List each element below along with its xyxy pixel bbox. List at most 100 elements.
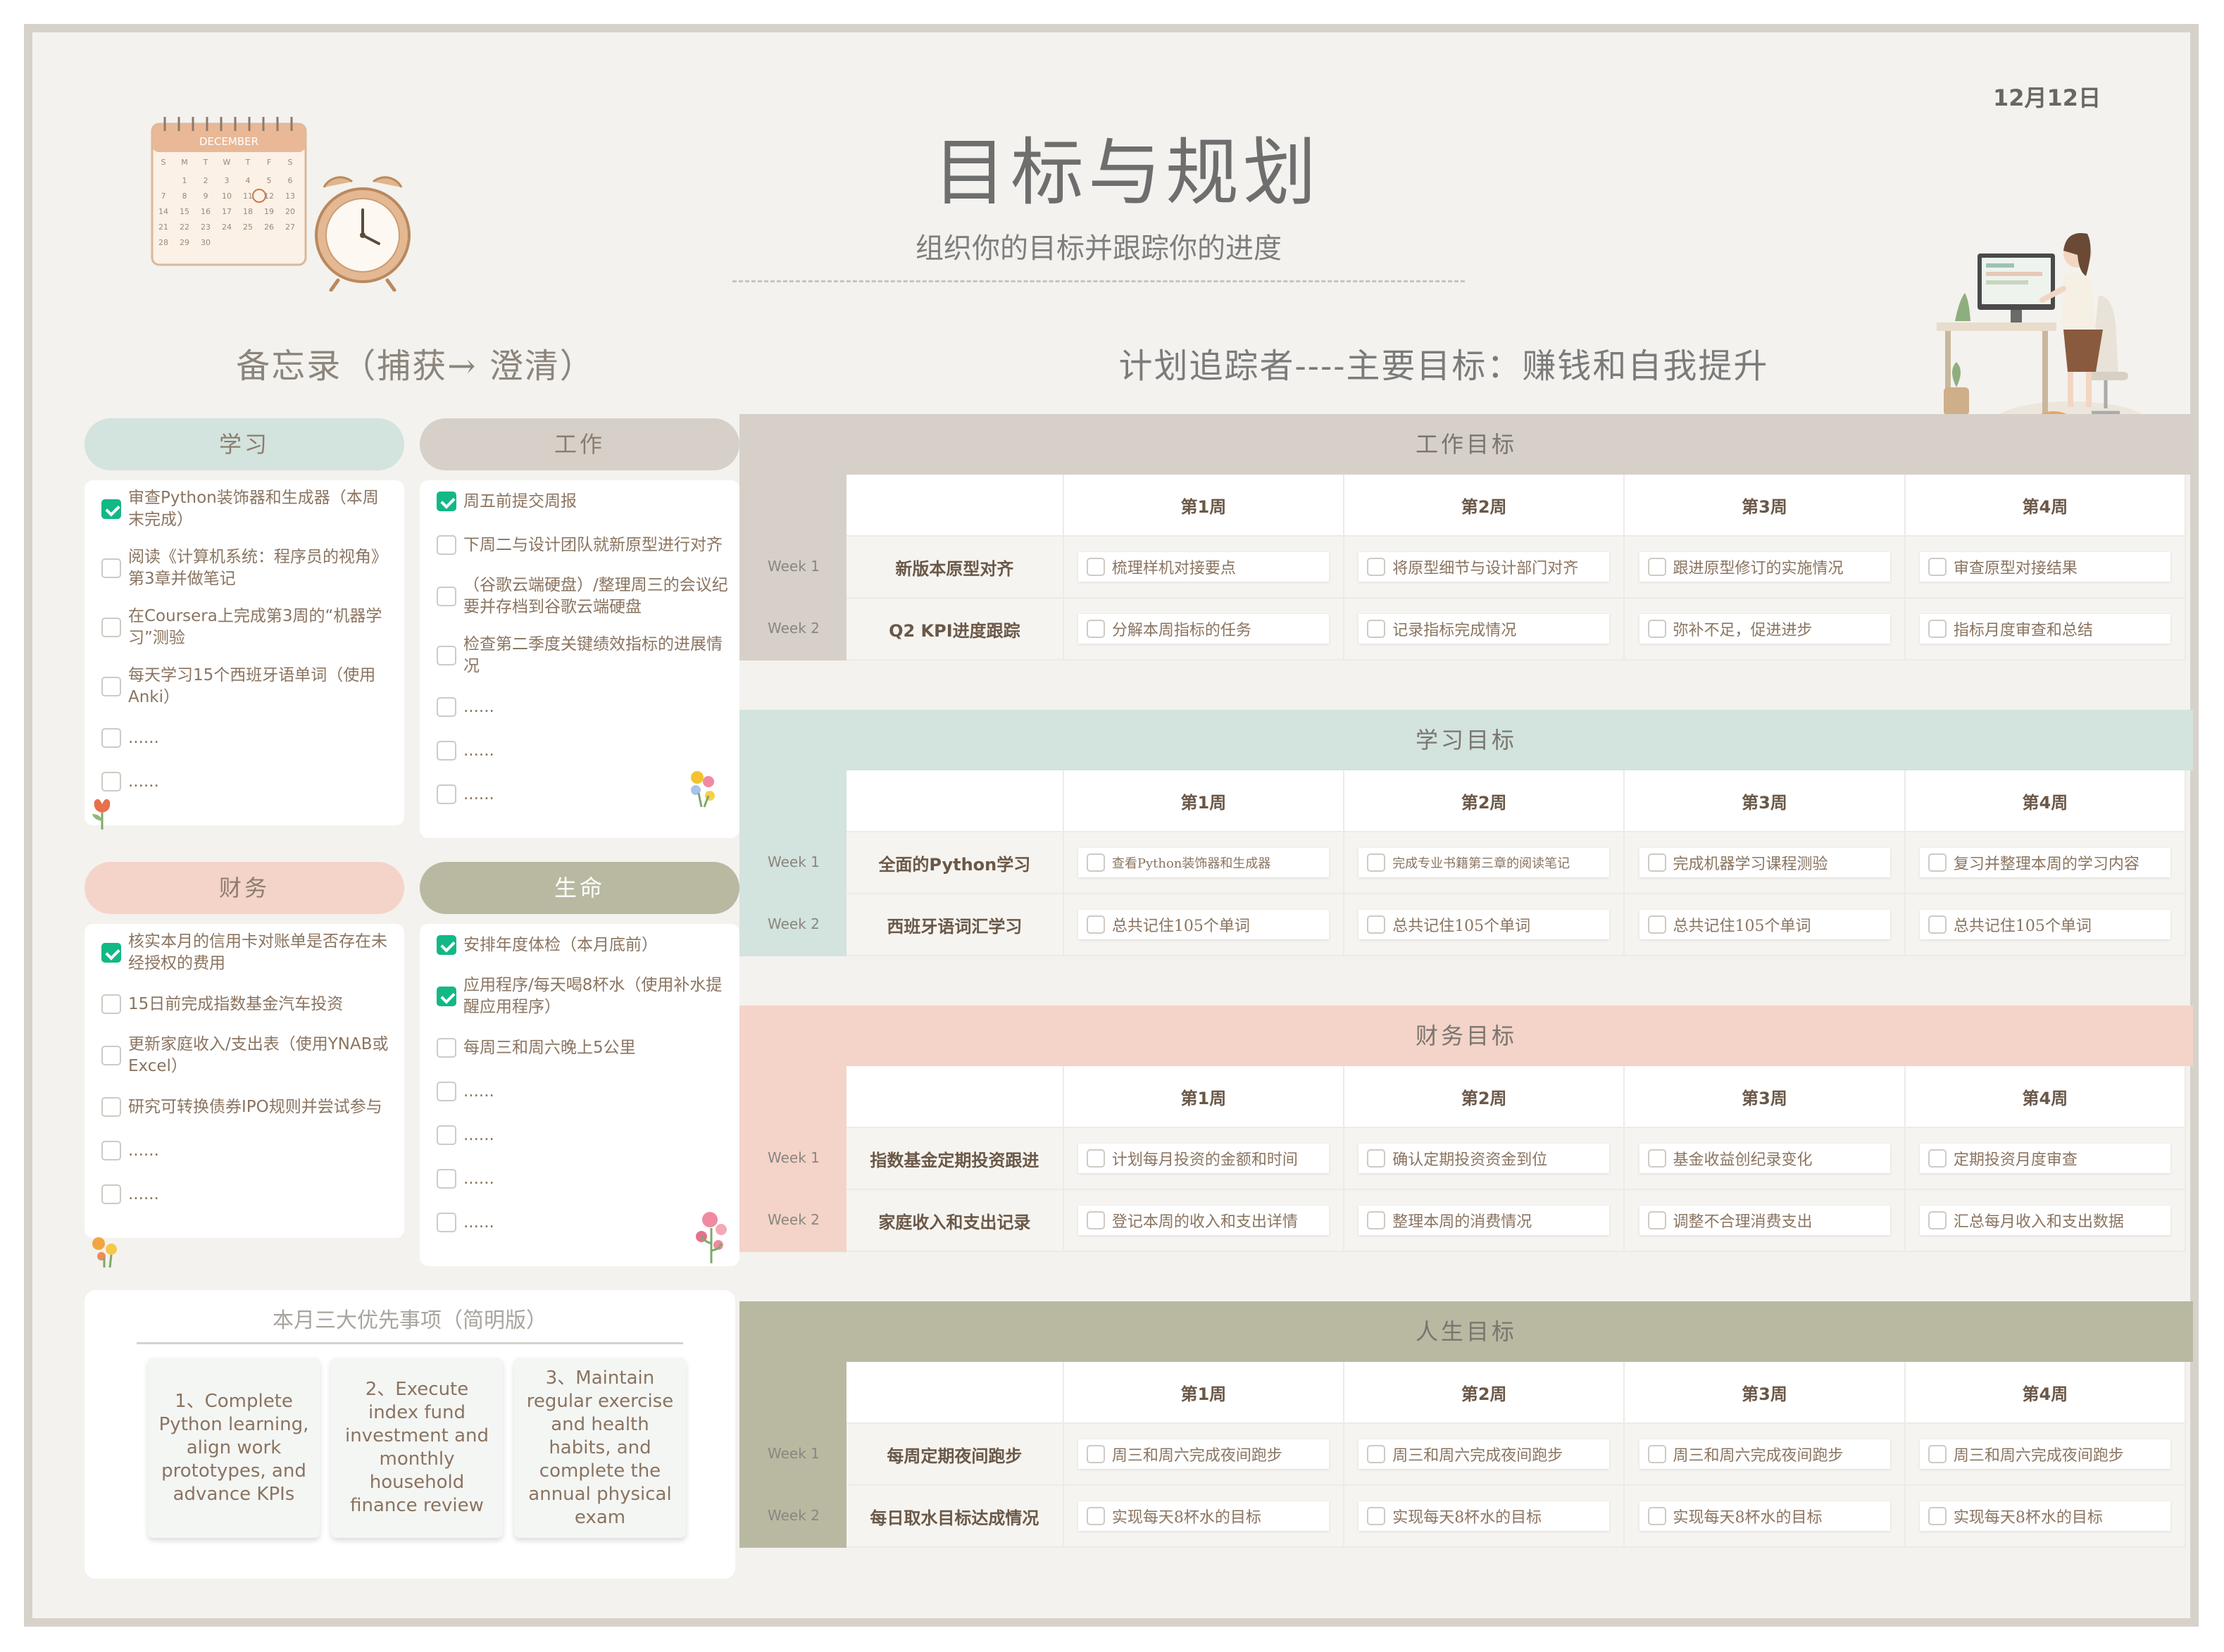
- memo-checkbox[interactable]: [437, 1125, 456, 1145]
- goal-task[interactable]: 实现每天8杯水的目标: [1077, 1501, 1329, 1531]
- memo-checkbox[interactable]: [101, 499, 121, 519]
- goal-task[interactable]: 实现每天8杯水的目标: [1358, 1501, 1610, 1531]
- task-checkbox[interactable]: [1086, 853, 1105, 872]
- goal-task[interactable]: 周三和周六完成夜间跑步: [1077, 1439, 1329, 1469]
- memo-study-item[interactable]: ......: [101, 768, 394, 796]
- memo-checkbox[interactable]: [437, 1082, 456, 1101]
- task-checkbox[interactable]: [1928, 1211, 1947, 1229]
- task-checkbox[interactable]: [1367, 1445, 1386, 1463]
- goal-task[interactable]: 调整不合理消费支出: [1639, 1206, 1890, 1235]
- goal-task[interactable]: 定期投资月度审查: [1919, 1144, 2170, 1173]
- task-checkbox[interactable]: [1928, 620, 1947, 638]
- task-checkbox[interactable]: [1647, 558, 1666, 576]
- memo-checkbox[interactable]: [437, 987, 456, 1006]
- task-checkbox[interactable]: [1367, 1507, 1386, 1525]
- goal-task[interactable]: 审查原型对接结果: [1919, 552, 2170, 582]
- goal-task[interactable]: 完成机器学习课程测验: [1639, 848, 1890, 877]
- task-checkbox[interactable]: [1647, 1445, 1666, 1463]
- memo-finance-item[interactable]: 研究可转换债券IPO规则并尝试参与: [101, 1093, 394, 1121]
- memo-checkbox[interactable]: [101, 677, 121, 696]
- goal-task[interactable]: 周三和周六完成夜间跑步: [1919, 1439, 2170, 1469]
- memo-checkbox[interactable]: [437, 784, 456, 804]
- memo-work-item[interactable]: 下周二与设计团队就新原型进行对齐: [437, 531, 730, 559]
- goal-task[interactable]: 将原型细节与设计部门对齐: [1358, 552, 1610, 582]
- memo-checkbox[interactable]: [437, 535, 456, 555]
- memo-life-item[interactable]: ......: [437, 1121, 730, 1149]
- memo-life-item[interactable]: ......: [437, 1208, 730, 1237]
- memo-work-item[interactable]: ......: [437, 737, 730, 765]
- goal-task[interactable]: 周三和周六完成夜间跑步: [1358, 1439, 1610, 1469]
- memo-checkbox[interactable]: [101, 1184, 121, 1204]
- goal-task[interactable]: 总共记住105个单词: [1358, 910, 1610, 939]
- memo-checkbox[interactable]: [101, 558, 121, 578]
- memo-life-item[interactable]: 安排年度体检（本月底前）: [437, 931, 730, 959]
- task-checkbox[interactable]: [1647, 1149, 1666, 1168]
- memo-checkbox[interactable]: [101, 994, 121, 1014]
- memo-study-item[interactable]: 在Coursera上完成第3周的“机器学习”测验: [101, 606, 394, 649]
- memo-checkbox[interactable]: [437, 741, 456, 761]
- memo-work-item[interactable]: （谷歌云端硬盘）/整理周三的会议纪要并存档到谷歌云端硬盘: [437, 575, 730, 618]
- memo-life-item[interactable]: ......: [437, 1077, 730, 1106]
- task-checkbox[interactable]: [1928, 915, 1947, 934]
- task-checkbox[interactable]: [1086, 620, 1105, 638]
- goal-task[interactable]: 实现每天8杯水的目标: [1919, 1501, 2170, 1531]
- memo-checkbox[interactable]: [101, 728, 121, 748]
- memo-finance-item[interactable]: 15日前完成指数基金汽车投资: [101, 990, 394, 1018]
- memo-work-item[interactable]: 周五前提交周报: [437, 487, 730, 515]
- task-checkbox[interactable]: [1647, 1507, 1666, 1525]
- goal-task[interactable]: 记录指标完成情况: [1358, 614, 1610, 644]
- task-checkbox[interactable]: [1928, 558, 1947, 576]
- goal-task[interactable]: 汇总每月收入和支出数据: [1919, 1206, 2170, 1235]
- task-checkbox[interactable]: [1928, 1507, 1947, 1525]
- task-checkbox[interactable]: [1367, 1211, 1386, 1229]
- goal-task[interactable]: 跟进原型修订的实施情况: [1639, 552, 1890, 582]
- memo-life-item[interactable]: 应用程序/每天喝8杯水（使用补水提醒应用程序）: [437, 975, 730, 1018]
- task-checkbox[interactable]: [1647, 853, 1666, 872]
- memo-study-item[interactable]: 阅读《计算机系统：程序员的视角》第3章并做笔记: [101, 546, 394, 590]
- memo-checkbox[interactable]: [101, 1141, 121, 1160]
- goal-task[interactable]: 总共记住105个单词: [1919, 910, 2170, 939]
- goal-task[interactable]: 分解本周指标的任务: [1077, 614, 1329, 644]
- task-checkbox[interactable]: [1367, 620, 1386, 638]
- task-checkbox[interactable]: [1086, 915, 1105, 934]
- memo-work-item[interactable]: 检查第二季度关键绩效指标的进展情况: [437, 634, 730, 677]
- goal-task[interactable]: 确认定期投资资金到位: [1358, 1144, 1610, 1173]
- goal-task[interactable]: 弥补不足，促进进步: [1639, 614, 1890, 644]
- memo-finance-item[interactable]: ......: [101, 1137, 394, 1165]
- goal-task[interactable]: 计划每月投资的金额和时间: [1077, 1144, 1329, 1173]
- task-checkbox[interactable]: [1647, 620, 1666, 638]
- task-checkbox[interactable]: [1086, 1445, 1105, 1463]
- memo-finance-item[interactable]: 更新家庭收入/支出表（使用YNAB或Excel）: [101, 1034, 394, 1077]
- memo-checkbox[interactable]: [101, 943, 121, 963]
- memo-life-item[interactable]: ......: [437, 1165, 730, 1193]
- memo-study-item[interactable]: 每天学习15个西班牙语单词（使用Anki）: [101, 665, 394, 708]
- memo-finance-item[interactable]: 核实本月的信用卡对账单是否存在未经授权的费用: [101, 931, 394, 975]
- memo-finance-item[interactable]: ......: [101, 1180, 394, 1208]
- task-checkbox[interactable]: [1367, 558, 1386, 576]
- task-checkbox[interactable]: [1086, 1211, 1105, 1229]
- goal-task[interactable]: 登记本周的收入和支出详情: [1077, 1206, 1329, 1235]
- task-checkbox[interactable]: [1928, 853, 1947, 872]
- task-checkbox[interactable]: [1928, 1445, 1947, 1463]
- goal-task[interactable]: 实现每天8杯水的目标: [1639, 1501, 1890, 1531]
- memo-life-item[interactable]: 每周三和周六晚上5公里: [437, 1034, 730, 1062]
- memo-checkbox[interactable]: [101, 772, 121, 791]
- goal-task[interactable]: 完成专业书籍第三章的阅读笔记: [1358, 848, 1610, 877]
- goal-task[interactable]: 整理本周的消费情况: [1358, 1206, 1610, 1235]
- task-checkbox[interactable]: [1086, 1507, 1105, 1525]
- memo-checkbox[interactable]: [437, 1169, 456, 1189]
- task-checkbox[interactable]: [1647, 1211, 1666, 1229]
- memo-checkbox[interactable]: [437, 1038, 456, 1058]
- memo-checkbox[interactable]: [101, 1097, 121, 1117]
- memo-checkbox[interactable]: [437, 646, 456, 665]
- task-checkbox[interactable]: [1367, 1149, 1386, 1168]
- memo-checkbox[interactable]: [437, 587, 456, 606]
- memo-study-item[interactable]: ......: [101, 724, 394, 752]
- memo-work-item[interactable]: ......: [437, 693, 730, 721]
- task-checkbox[interactable]: [1928, 1149, 1947, 1168]
- goal-task[interactable]: 梳理样机对接要点: [1077, 552, 1329, 582]
- task-checkbox[interactable]: [1367, 915, 1386, 934]
- goal-task[interactable]: 指标月度审查和总结: [1919, 614, 2170, 644]
- goal-task[interactable]: 复习并整理本周的学习内容: [1919, 848, 2170, 877]
- memo-checkbox[interactable]: [437, 697, 456, 717]
